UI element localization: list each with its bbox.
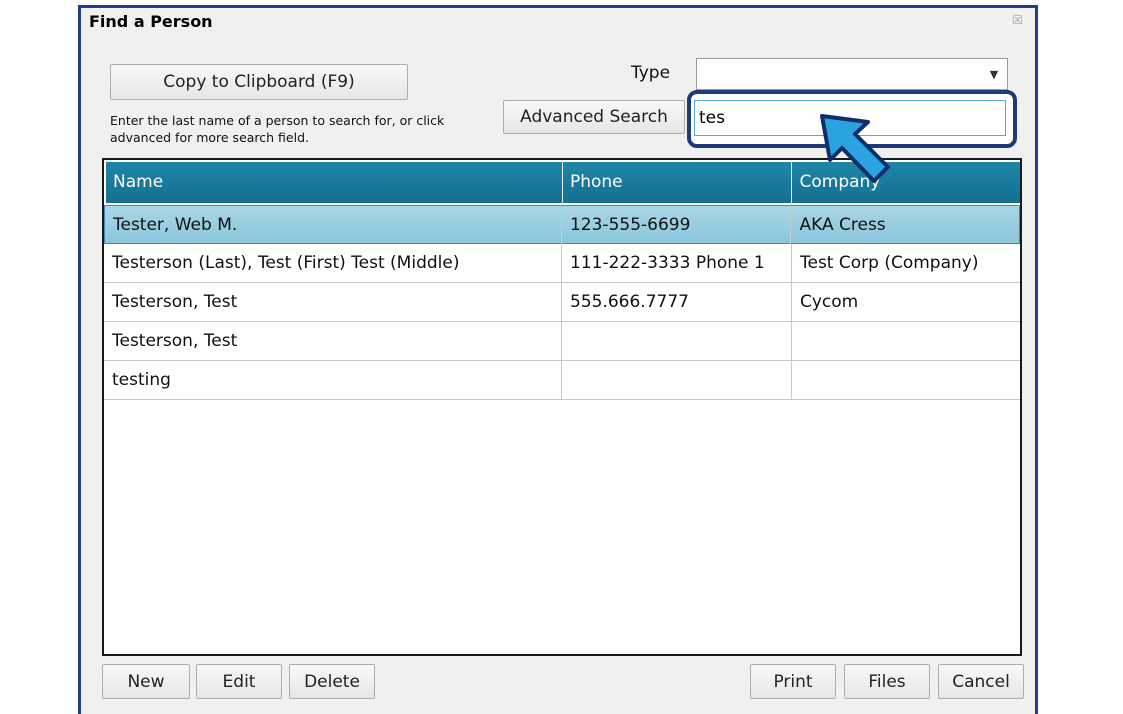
chevron-down-icon[interactable]: ▼	[981, 59, 1007, 89]
edit-button[interactable]: Edit	[196, 664, 282, 699]
cell-phone: 555.666.7777	[562, 283, 792, 321]
cell-name: Testerson, Test	[104, 283, 562, 321]
search-hint: Enter the last name of a person to searc…	[110, 113, 445, 145]
arrow-pointer-icon	[820, 114, 890, 183]
cell-company: AKA Cress	[799, 215, 886, 235]
print-button[interactable]: Print	[750, 664, 836, 699]
new-button[interactable]: New	[102, 664, 190, 699]
cell-company	[792, 361, 1020, 399]
advanced-search-button[interactable]: Advanced Search	[503, 100, 685, 134]
cell-name: Tester, Web M.	[105, 206, 562, 244]
cell-name: Testerson, Test	[104, 322, 562, 360]
copy-to-clipboard-button[interactable]: Copy to Clipboard (F9)	[110, 64, 408, 100]
cell-phone	[562, 322, 792, 360]
type-label: Type	[631, 63, 671, 83]
files-button[interactable]: Files	[844, 664, 930, 699]
column-header-name[interactable]: Name	[106, 162, 563, 203]
table-row[interactable]: testing	[104, 361, 1020, 400]
delete-button[interactable]: Delete	[289, 664, 375, 699]
dialog-title: Find a Person	[89, 12, 213, 31]
table-row[interactable]: Testerson, Test	[104, 322, 1020, 361]
close-icon[interactable]: ☒	[1012, 13, 1023, 27]
type-select[interactable]: ▼	[696, 58, 1008, 90]
cell-phone: 123-555-6699	[562, 206, 792, 244]
title-bar: Find a Person ☒	[81, 8, 1035, 36]
cell-name: Testerson (Last), Test (First) Test (Mid…	[104, 244, 562, 282]
cell-company	[792, 322, 1020, 360]
table-row[interactable]: Testerson, Test 555.666.7777 Cycom	[104, 283, 1020, 322]
table-row[interactable]: Tester, Web M. 123-555-6699 AKA Cress	[104, 205, 1020, 244]
column-header-phone[interactable]: Phone	[563, 162, 793, 203]
cell-company: Cycom	[800, 292, 859, 312]
cell-name: testing	[104, 361, 562, 399]
cancel-button[interactable]: Cancel	[938, 664, 1024, 699]
table-row[interactable]: Testerson (Last), Test (First) Test (Mid…	[104, 244, 1020, 283]
cell-phone	[562, 361, 792, 399]
cell-phone: 111-222-3333 Phone 1	[562, 244, 792, 282]
people-table: Name Phone Company Tester, Web M. 123-55…	[102, 158, 1022, 656]
cell-company: Test Corp (Company)	[800, 253, 979, 273]
